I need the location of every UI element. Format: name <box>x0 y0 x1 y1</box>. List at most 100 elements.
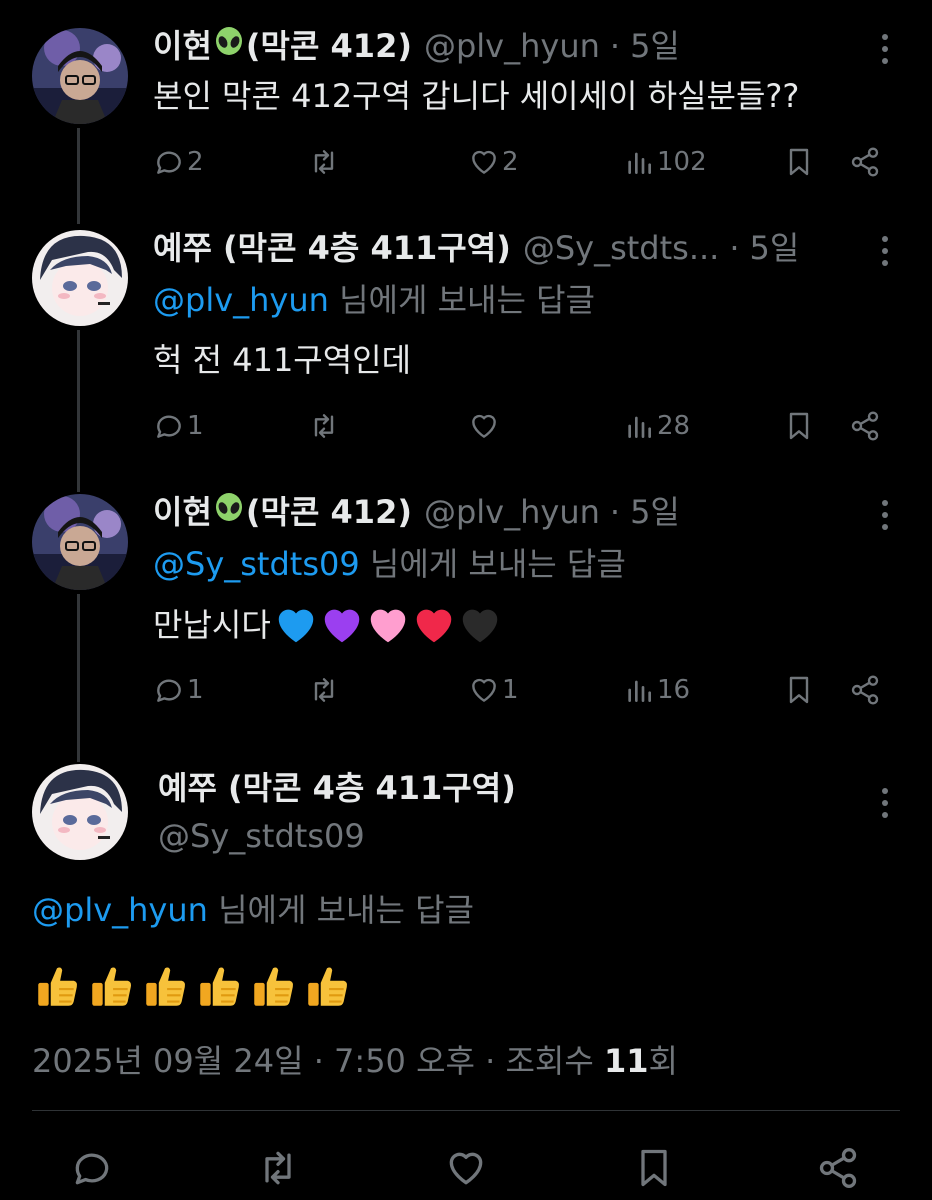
bookmark-button[interactable] <box>783 142 815 182</box>
timestamp[interactable]: 5일 <box>630 490 680 534</box>
like-icon <box>472 150 496 174</box>
timestamp[interactable]: 5일 <box>750 226 800 270</box>
action-bar: 1 1 16 <box>153 670 893 710</box>
share-button[interactable] <box>849 142 881 182</box>
action-bar: 1 28 <box>153 406 893 446</box>
views-icon <box>628 416 651 438</box>
thread-page: 이현 (막콘 412) @plv_hyun · 5일 본인 막콘 412구역 갑… <box>0 0 932 1200</box>
author-name[interactable]: 예쭈 (막콘 4층 411구역) <box>153 226 511 270</box>
retweet-icon <box>314 150 334 174</box>
bookmark-button[interactable] <box>632 1138 676 1198</box>
heart-emoji <box>278 609 314 643</box>
replying-to-label: 님에게 보내는 답글 <box>207 891 474 929</box>
like-count: 1 <box>502 675 519 705</box>
retweet-button[interactable] <box>308 406 340 446</box>
retweet-button[interactable] <box>256 1138 300 1198</box>
more-icon[interactable] <box>882 236 890 266</box>
thumbs-up-emoji <box>38 967 77 1006</box>
reply-button[interactable]: 1 <box>153 670 204 710</box>
heart-emoji-row <box>273 602 503 648</box>
share-button[interactable] <box>849 406 881 446</box>
author-handle[interactable]: @Sy_stdts09 <box>158 814 862 858</box>
author-name[interactable]: 이현 <box>153 24 212 68</box>
replying-to-label: 님에게 보내는 답글 <box>328 281 595 319</box>
like-button[interactable]: 1 <box>468 670 519 710</box>
retweet-icon <box>265 1151 291 1185</box>
like-button[interactable]: 2 <box>468 142 519 182</box>
retweet-button[interactable] <box>308 670 340 710</box>
separator: · <box>609 27 621 65</box>
share-button[interactable] <box>816 1138 860 1198</box>
thread-line <box>77 594 80 762</box>
reply-icon <box>75 1153 109 1185</box>
bookmark-button[interactable] <box>783 670 815 710</box>
author-name-suffix[interactable]: (막콘 412) <box>246 24 412 68</box>
post-datetime[interactable]: 2025년 09월 24일 · 7:50 오후 · 조회수 <box>32 1042 604 1080</box>
author-name[interactable]: 이현 <box>153 490 212 534</box>
reply-button[interactable]: 1 <box>153 406 204 446</box>
tweet-text: 만납시다 <box>153 606 271 644</box>
like-count: 2 <box>502 147 519 177</box>
share-button[interactable] <box>849 670 881 710</box>
reply-button[interactable] <box>70 1138 114 1198</box>
author-name-suffix[interactable]: (막콘 412) <box>246 490 412 534</box>
views-button[interactable]: 16 <box>623 670 690 710</box>
retweet-icon <box>314 678 334 702</box>
views-icon <box>628 680 651 702</box>
tweet-text: 헉 전 411구역인데 <box>153 341 412 379</box>
like-button[interactable] <box>444 1138 488 1198</box>
like-icon <box>472 414 496 438</box>
reply-icon <box>157 415 181 438</box>
like-button[interactable] <box>468 406 502 446</box>
author-handle[interactable]: @plv_hyun <box>424 24 600 68</box>
separator: · <box>729 229 740 267</box>
thread-line <box>77 330 80 492</box>
thumbs-up-emoji <box>146 967 185 1006</box>
bookmark-icon <box>789 676 809 704</box>
separator: · <box>609 493 621 531</box>
more-icon[interactable] <box>882 788 890 818</box>
timestamp[interactable]: 5일 <box>630 24 680 68</box>
share-icon <box>851 147 879 177</box>
retweet-icon <box>314 414 334 438</box>
bookmark-icon <box>789 148 809 176</box>
heart-emoji <box>370 609 406 643</box>
author-handle[interactable]: @plv_hyun <box>424 490 600 534</box>
like-icon <box>472 678 496 702</box>
bookmark-icon <box>789 412 809 440</box>
thread-line <box>77 128 80 224</box>
avatar[interactable] <box>32 28 128 124</box>
bookmark-button[interactable] <box>783 406 815 446</box>
replying-to: @Sy_stdts09 님에게 보내는 답글 <box>153 542 862 586</box>
author-handle[interactable]: @Sy_stdts... <box>523 226 720 270</box>
avatar[interactable] <box>32 230 128 326</box>
reply-button[interactable]: 2 <box>153 142 204 182</box>
replying-to: @plv_hyun 님에게 보내는 답글 <box>153 278 862 322</box>
replying-to-label: 님에게 보내는 답글 <box>359 545 626 583</box>
heart-emoji <box>462 609 498 643</box>
like-icon <box>449 1152 483 1185</box>
thumbs-up-emoji-row <box>32 962 352 1012</box>
views-count: 102 <box>657 147 707 177</box>
tweet-text: 본인 막콘 412구역 갑니다 세이세이 하실분들?? <box>153 77 800 115</box>
mention-link[interactable]: @plv_hyun <box>153 281 329 319</box>
reply-icon <box>157 679 181 702</box>
thumbs-up-emoji <box>92 967 131 1006</box>
heart-emoji <box>324 609 360 643</box>
views-count: 16 <box>657 675 691 705</box>
retweet-button[interactable] <box>308 142 340 182</box>
avatar[interactable] <box>32 494 128 590</box>
thumbs-up-emoji <box>254 967 293 1006</box>
views-button[interactable]: 102 <box>623 142 707 182</box>
more-icon[interactable] <box>882 34 890 64</box>
mention-link[interactable]: @plv_hyun <box>32 891 208 929</box>
avatar[interactable] <box>32 764 128 860</box>
reply-count: 1 <box>187 411 204 441</box>
views-button[interactable]: 28 <box>623 406 690 446</box>
share-icon <box>851 675 879 705</box>
views-icon <box>628 152 651 174</box>
author-name[interactable]: 예쭈 (막콘 4층 411구역) <box>158 766 862 810</box>
reply-count: 2 <box>187 147 204 177</box>
more-icon[interactable] <box>882 500 890 530</box>
mention-link[interactable]: @Sy_stdts09 <box>153 545 360 583</box>
